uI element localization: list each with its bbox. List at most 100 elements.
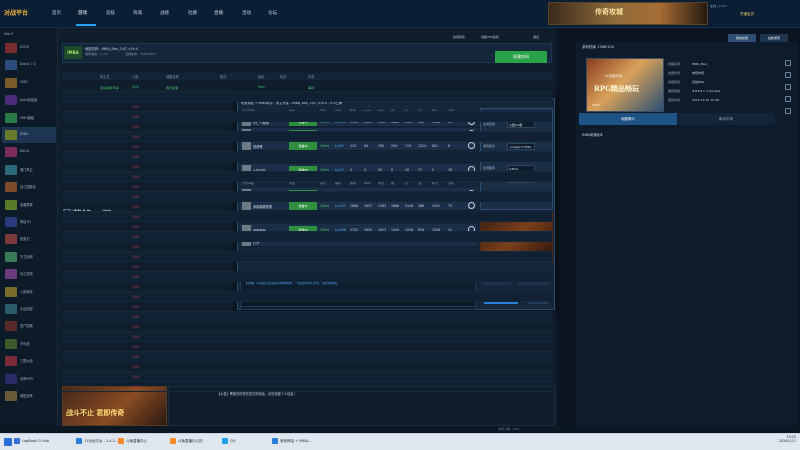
taskbar-app[interactable]: LogBook O Hub xyxy=(14,436,49,447)
lobby-row[interactable]: 1/10 xyxy=(62,242,552,252)
lobby-row[interactable]: 1/10 xyxy=(62,312,552,322)
lobby-row[interactable]: 1/10 xyxy=(62,182,552,192)
lobby-cell: 1/10 xyxy=(132,165,139,169)
start-menu-icon[interactable] xyxy=(4,438,12,446)
lobby-row[interactable]: 1/10 xyxy=(62,372,552,382)
toolbar-create-room[interactable]: 创建250房间 xyxy=(481,35,499,39)
taskbar-app[interactable]: QQ xyxy=(222,436,236,447)
lobby-row[interactable]: 1/10 xyxy=(62,342,552,352)
nav-item[interactable]: 活动 xyxy=(242,10,251,16)
lobby-row[interactable]: 1/10 xyxy=(62,202,552,212)
recharge-button[interactable]: 我的充值 xyxy=(728,34,756,42)
game-thumbnail xyxy=(5,95,17,106)
taskbar-app[interactable]: 11对战平台 - 2.4.2... xyxy=(76,436,118,447)
lobby-row[interactable]: 1/10 xyxy=(62,152,552,162)
app-icon xyxy=(272,438,278,444)
lobby-row[interactable]: 1/10 xyxy=(62,332,552,342)
info-value: 2025-12-22 15:08 xyxy=(692,98,720,102)
sidebar-game-item[interactable]: 澳门风云 xyxy=(2,162,56,178)
sidebar-game-item[interactable]: 世界RPG xyxy=(2,371,56,387)
sidebar-game-item[interactable]: 大话西游 xyxy=(2,301,56,317)
lobby-row[interactable]: 1/10 xyxy=(62,142,552,152)
lobby-row[interactable]: 1/10 xyxy=(62,112,552,122)
nav-item[interactable]: 直播 xyxy=(214,10,223,16)
lobby-row[interactable]: 1/10 xyxy=(62,212,552,222)
lobby-row[interactable]: 1/10 xyxy=(62,232,552,242)
nav-item[interactable]: 论坛 xyxy=(268,10,277,16)
lobby-row[interactable]: 1/10 xyxy=(62,282,552,292)
home-icon[interactable] xyxy=(785,60,791,66)
lobby-cell: 1/10 xyxy=(132,275,139,279)
sidebar-game-item[interactable]: 火影羁绊 xyxy=(2,284,56,300)
sidebar-game-item[interactable]: 三国大战 xyxy=(2,353,56,369)
lobby-row[interactable]: 1/10 xyxy=(62,292,552,302)
sidebar-game-item[interactable]: 守卫剑阁 xyxy=(2,249,56,265)
sidebar-game-item[interactable]: 金庸群侠 xyxy=(2,197,56,213)
nav-item[interactable]: 竞技 xyxy=(106,10,115,16)
lobby-row[interactable]: 1/10 xyxy=(62,382,552,392)
lobby-row[interactable]: 道具战新手房 9/10 我行我素 5ms 等待 xyxy=(62,82,552,92)
nav-item[interactable]: 首页 xyxy=(52,10,61,16)
nav-item[interactable]: 社群 xyxy=(188,10,197,16)
new-games-button[interactable]: 最新游戏 xyxy=(760,34,788,42)
lobby-row[interactable]: 1/10 xyxy=(62,262,552,272)
lobby-row[interactable]: 1/10 xyxy=(62,302,552,312)
lobby-row[interactable]: 1/10 xyxy=(62,192,552,202)
tab-guide[interactable]: 新手引导 xyxy=(677,113,775,125)
trophy-icon[interactable] xyxy=(785,84,791,90)
column-header: 状态 xyxy=(308,75,315,79)
taskbar-app[interactable]: 斗鱼直播中心的 xyxy=(170,436,203,447)
lobby-cell: 1/10 xyxy=(132,365,139,369)
vip-link[interactable]: 开通会员 xyxy=(740,12,780,22)
bottom-ad[interactable] xyxy=(62,386,167,426)
column-header: 玩法 xyxy=(280,75,287,79)
shop-icon[interactable] xyxy=(785,108,791,114)
info-key: 地图作者 xyxy=(668,71,681,75)
sidebar-game-item[interactable]: 不可战 xyxy=(2,336,56,352)
taskbar-app[interactable]: 电竞神话 + IMBA... xyxy=(272,436,311,447)
lobby-row[interactable]: 1/10 xyxy=(62,162,552,172)
sidebar-game-item[interactable]: 战三国霸业 xyxy=(2,179,56,195)
lobby-row[interactable]: 1/10 xyxy=(62,352,552,362)
taskbar-app[interactable]: 斗鱼直播中心 xyxy=(118,436,147,447)
create-room-button[interactable]: 创建房间 xyxy=(495,51,547,63)
lobby-row[interactable]: 1/10 xyxy=(62,222,552,232)
sidebar-game-item[interactable]: 仙之侠道 xyxy=(2,266,56,282)
sidebar-game-item[interactable]: OMG xyxy=(2,75,56,91)
nav-item[interactable]: 战绩 xyxy=(160,10,169,16)
sidebar-game-item[interactable]: 丧尸围城 xyxy=(2,318,56,334)
lobby-row[interactable] xyxy=(62,92,552,102)
info-row: 更新时间 2025-12-22 15:08 xyxy=(668,98,772,105)
lobby-row[interactable]: 1/10 xyxy=(62,272,552,282)
lobby-row[interactable]: 1/10 xyxy=(62,122,552,132)
tab-intro[interactable]: 地图简介 xyxy=(579,113,677,125)
chat-icon[interactable] xyxy=(785,72,791,78)
sidebar-game-item[interactable]: 西游记 xyxy=(2,231,56,247)
nav-item[interactable]: 商城 xyxy=(133,10,142,16)
lobby-row[interactable]: 1/10 xyxy=(62,322,552,332)
sidebar-game-item[interactable]: 神话TD xyxy=(2,214,56,230)
sidebar-item-label: OMG超级 xyxy=(20,115,35,120)
sidebar-game-item[interactable]: 城堡战争 xyxy=(2,388,56,404)
bottom-notice: 【公告】警惕任何冒充官方的消息，请勿泄露个人信息！ xyxy=(168,386,556,426)
toolbar-room-list[interactable]: 房间列表 xyxy=(453,35,465,39)
map-description: IMBA英雄版本 xyxy=(582,133,603,137)
lobby-row[interactable]: 1/10 xyxy=(62,102,552,112)
lobby-row[interactable]: 1/10 xyxy=(62,252,552,262)
sidebar-game-item[interactable]: Dota2 7.0 xyxy=(2,57,56,73)
toolbar-exit[interactable]: 退出 xyxy=(533,35,539,39)
lobby-row[interactable]: 1/10 xyxy=(62,132,552,142)
lobby-row[interactable]: 1/10 xyxy=(62,172,552,182)
lobby-row[interactable]: 1/10 xyxy=(62,362,552,372)
sidebar-game-item[interactable]: DOTA xyxy=(2,40,56,56)
status-bar: 访问人数：10% xyxy=(0,426,800,433)
nav-item[interactable]: 游戏 xyxy=(78,10,87,16)
top-banner-ad[interactable]: 传奇攻城 xyxy=(548,2,708,25)
gift-icon[interactable] xyxy=(785,96,791,102)
sidebar-game-item[interactable]: OMG超级 xyxy=(2,110,56,126)
game-thumbnail xyxy=(5,60,17,71)
sidebar-game-item[interactable]: IMBA xyxy=(2,127,56,143)
sidebar-game-item[interactable]: Dota精品版 xyxy=(2,92,56,108)
sidebar-game-item[interactable]: NACA xyxy=(2,144,56,160)
nav-active-indicator xyxy=(76,24,96,26)
